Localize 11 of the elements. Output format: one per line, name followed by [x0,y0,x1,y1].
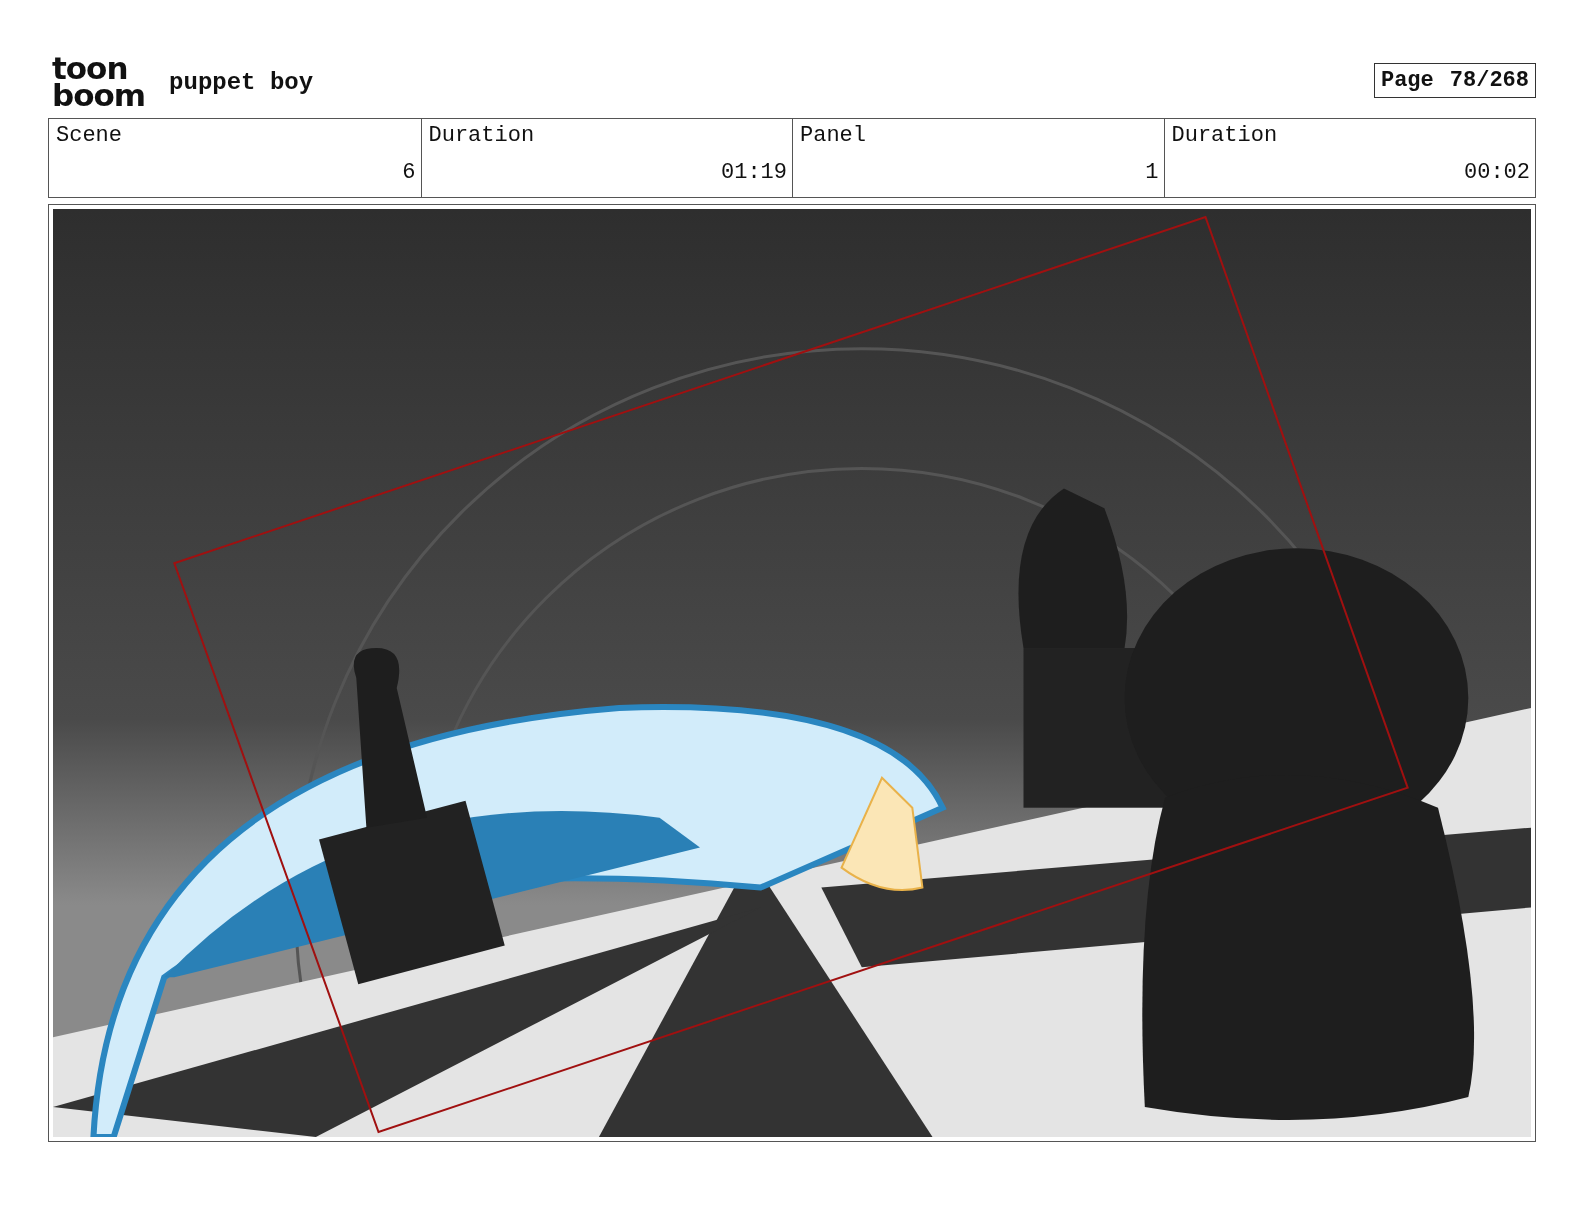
page-counter: Page 78/268 [1373,62,1536,98]
info-value: 6 [401,160,416,185]
project-title: puppet boy [169,68,314,96]
info-label: Panel [800,123,867,148]
info-label: Duration [1171,123,1279,148]
logo: toon boom [52,55,146,109]
info-label: Scene [56,123,123,148]
info-value: 01:19 [720,160,787,185]
info-value: 00:02 [1463,160,1530,185]
info-value: 1 [1144,160,1159,185]
info-label: Duration [428,123,536,148]
